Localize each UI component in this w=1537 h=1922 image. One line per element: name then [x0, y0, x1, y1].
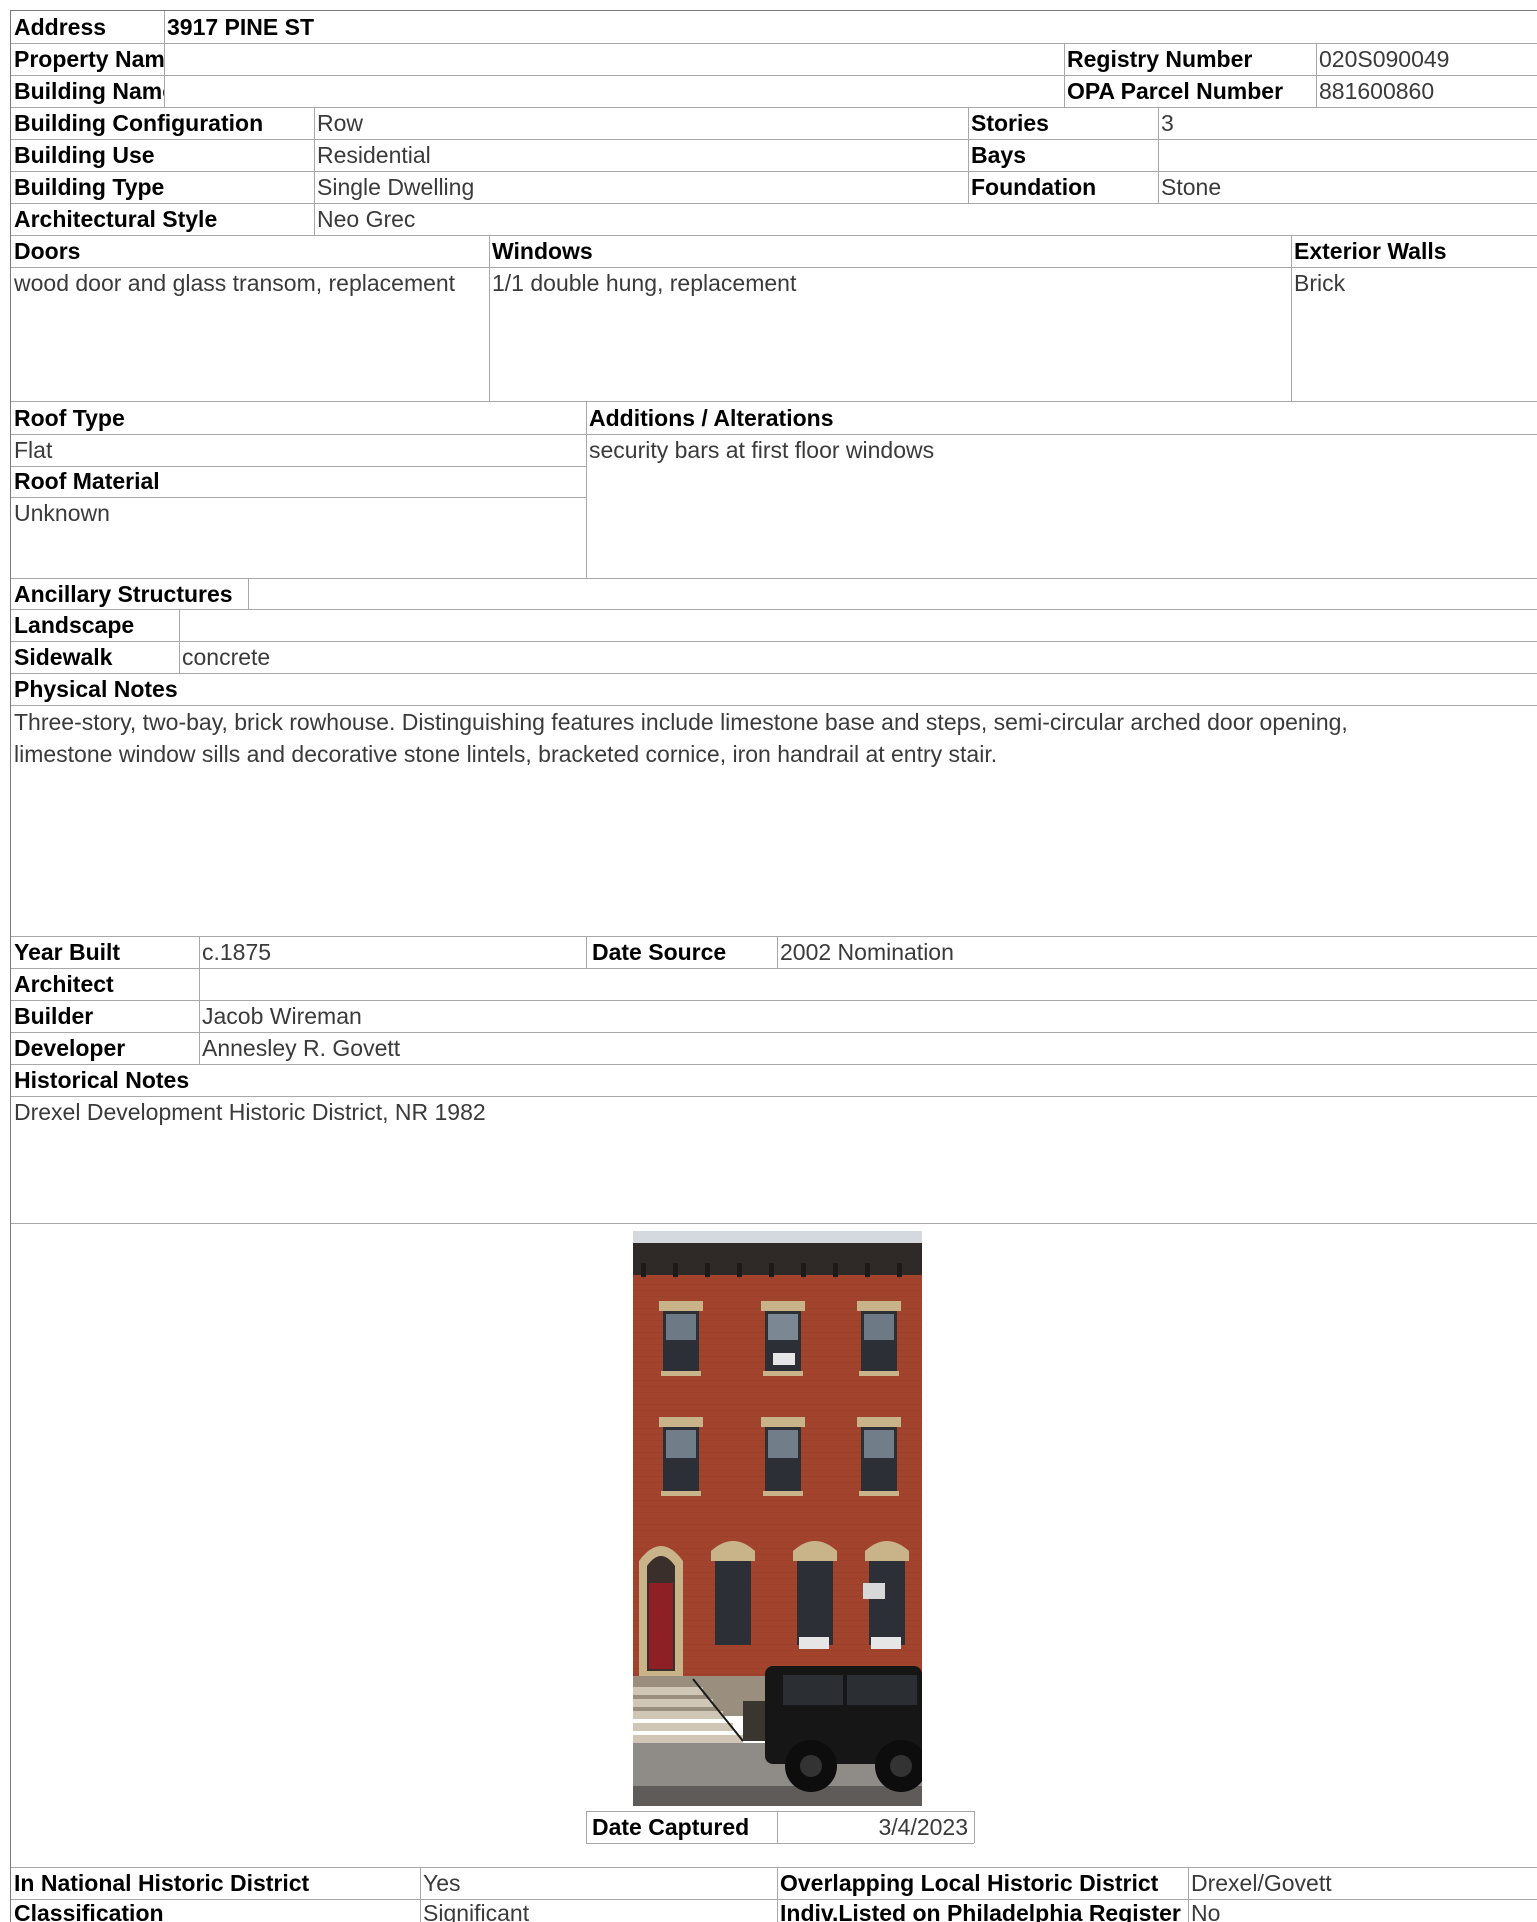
- sidewalk-label: Sidewalk: [14, 644, 113, 670]
- builder-value: Jacob Wireman: [202, 1003, 362, 1029]
- overlapping-local-district-label: Overlapping Local Historic District: [780, 1870, 1159, 1896]
- building-name-label: Building Name: [14, 78, 164, 104]
- rule: [248, 578, 249, 609]
- opa-parcel-number-value: 881600860: [1319, 78, 1435, 104]
- address-value: 3917 PINE ST: [167, 14, 315, 40]
- rule: [11, 401, 1537, 402]
- sidewalk-value: concrete: [182, 644, 271, 670]
- developer-label: Developer: [14, 1035, 126, 1061]
- date-captured-value: 3/4/2023: [878, 1814, 968, 1840]
- rule: [11, 1223, 1537, 1224]
- bays-label: Bays: [971, 142, 1026, 168]
- opa-parcel-number-label: OPA Parcel Number: [1067, 78, 1284, 104]
- developer-value: Annesley R. Govett: [202, 1035, 401, 1061]
- builder-label: Builder: [14, 1003, 94, 1029]
- property-name-label: Property Name: [14, 46, 164, 72]
- physical-notes-label: Physical Notes: [14, 676, 178, 702]
- windows-label: Windows: [492, 238, 593, 264]
- doors-value: wood door and glass transom, replacement: [14, 270, 456, 296]
- classification-label: Classification: [14, 1900, 164, 1922]
- roof-type-label: Roof Type: [14, 405, 125, 431]
- registry-number-label: Registry Number: [1067, 46, 1253, 72]
- building-use-label: Building Use: [14, 142, 155, 168]
- ancillary-structures-label: Ancillary Structures: [14, 581, 233, 607]
- architectural-style-value: Neo Grec: [317, 206, 416, 232]
- national-historic-district-value: Yes: [423, 1870, 461, 1896]
- doors-label: Doors: [14, 238, 81, 264]
- building-configuration-value: Row: [317, 110, 364, 136]
- foundation-value: Stone: [1161, 174, 1222, 200]
- architectural-style-label: Architectural Style: [14, 206, 218, 232]
- exterior-walls-value: Brick: [1294, 270, 1346, 296]
- building-photo: [633, 1231, 922, 1806]
- property-record-sheet: Address 3917 PINE ST Property Name Regis…: [10, 10, 1537, 1922]
- indiv-listed-value: No: [1191, 1900, 1221, 1922]
- registry-number-value: 020S090049: [1319, 46, 1450, 72]
- year-built-value: c.1875: [202, 939, 272, 965]
- classification-value: Significant: [423, 1900, 530, 1922]
- windows-value: 1/1 double hung, replacement: [492, 270, 797, 296]
- address-label: Address: [14, 14, 107, 40]
- historical-notes-value: Drexel Development Historic District, NR…: [14, 1099, 486, 1125]
- rule: [974, 1811, 975, 1843]
- building-configuration-label: Building Configuration: [14, 110, 264, 136]
- building-use-value: Residential: [317, 142, 431, 168]
- date-captured-label: Date Captured: [592, 1814, 750, 1840]
- stories-value: 3: [1161, 110, 1174, 136]
- rule: [11, 968, 1537, 969]
- date-source-label: Date Source: [592, 939, 727, 965]
- roof-material-value: Unknown: [14, 500, 110, 526]
- building-type-label: Building Type: [14, 174, 165, 200]
- architect-label: Architect: [14, 971, 114, 997]
- building-type-value: Single Dwelling: [317, 174, 475, 200]
- rule: [586, 1843, 974, 1844]
- date-source-value: 2002 Nomination: [780, 939, 954, 965]
- stories-label: Stories: [971, 110, 1049, 136]
- physical-notes-value: Three-story, two-bay, brick rowhouse. Di…: [14, 709, 1348, 767]
- roof-material-label: Roof Material: [14, 468, 160, 494]
- additions-alterations-value: security bars at first floor windows: [589, 437, 935, 463]
- foundation-label: Foundation: [971, 174, 1097, 200]
- historical-notes-label: Historical Notes: [14, 1067, 190, 1093]
- national-historic-district-label: In National Historic District: [14, 1870, 310, 1896]
- overlapping-local-district-value: Drexel/Govett: [1191, 1870, 1332, 1896]
- roof-type-value: Flat: [14, 437, 53, 463]
- landscape-label: Landscape: [14, 612, 135, 638]
- indiv-listed-label: Indiv.Listed on Philadelphia Register: [780, 1900, 1181, 1922]
- additions-alterations-label: Additions / Alterations: [589, 405, 834, 431]
- year-built-label: Year Built: [14, 939, 121, 965]
- exterior-walls-label: Exterior Walls: [1294, 238, 1447, 264]
